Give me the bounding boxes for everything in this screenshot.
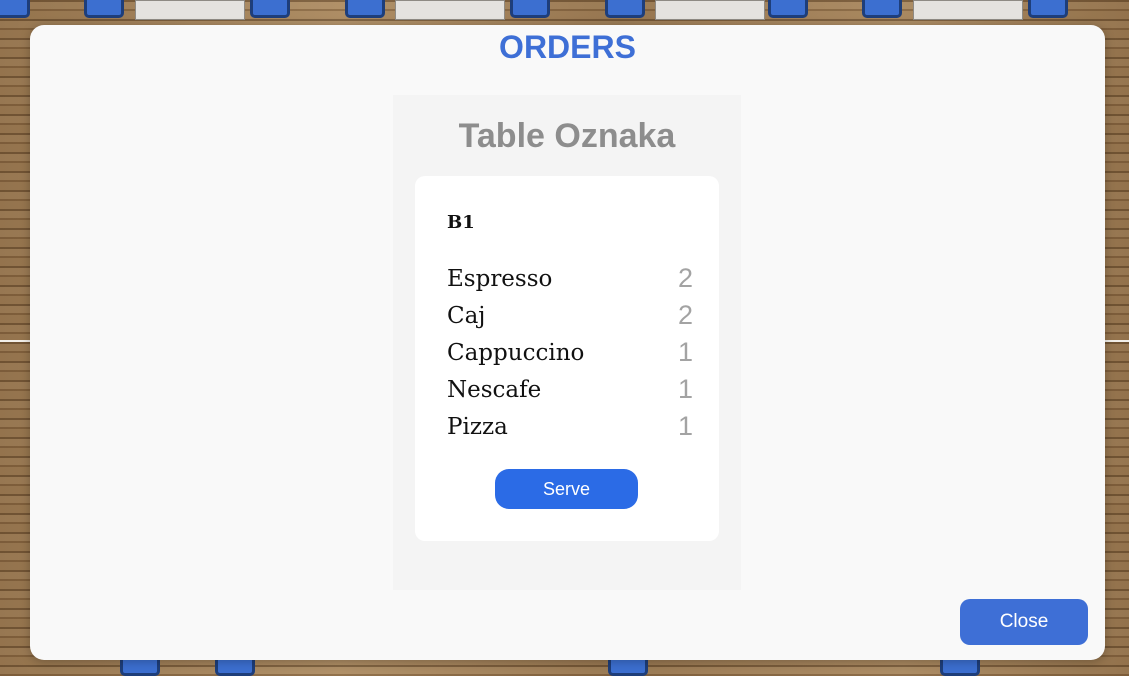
order-card: B1 Espresso 2 Caj 2 Cappuccino 1 Nescafe…: [415, 176, 719, 541]
order-id: B1: [447, 212, 475, 233]
item-name: Cappuccino: [447, 339, 585, 366]
list-item: Pizza 1: [447, 408, 693, 445]
item-name: Espresso: [447, 265, 553, 292]
item-name: Caj: [447, 302, 486, 329]
close-button[interactable]: Close: [960, 599, 1088, 645]
chair[interactable]: [345, 0, 385, 18]
chair[interactable]: [0, 0, 30, 18]
table[interactable]: [395, 0, 505, 20]
item-quantity: 2: [677, 263, 693, 293]
chair[interactable]: [250, 0, 290, 18]
table[interactable]: [913, 0, 1023, 20]
chair[interactable]: [510, 0, 550, 18]
list-item: Espresso 2: [447, 260, 693, 297]
list-item: Nescafe 1: [447, 371, 693, 408]
serve-button[interactable]: Serve: [495, 469, 638, 509]
modal-title: ORDERS: [499, 29, 636, 65]
item-quantity: 1: [677, 411, 693, 441]
orders-panel: Table Oznaka B1 Espresso 2 Caj 2 Cappucc…: [393, 95, 741, 590]
item-name: Pizza: [447, 413, 508, 440]
item-quantity: 1: [677, 374, 693, 404]
table[interactable]: [135, 0, 245, 20]
chair[interactable]: [1028, 0, 1068, 18]
item-quantity: 2: [677, 300, 693, 330]
chair[interactable]: [768, 0, 808, 18]
table[interactable]: [655, 0, 765, 20]
chair[interactable]: [84, 0, 124, 18]
chair[interactable]: [605, 0, 645, 18]
list-item: Cappuccino 1: [447, 334, 693, 371]
chair[interactable]: [862, 0, 902, 18]
orders-modal: ORDERS Table Oznaka B1 Espresso 2 Caj 2 …: [30, 25, 1105, 660]
list-item: Caj 2: [447, 297, 693, 334]
item-name: Nescafe: [447, 376, 542, 403]
table-name: Table Oznaka: [458, 117, 676, 155]
order-items-list: Espresso 2 Caj 2 Cappuccino 1 Nescafe 1 …: [447, 260, 693, 445]
item-quantity: 1: [677, 337, 693, 367]
